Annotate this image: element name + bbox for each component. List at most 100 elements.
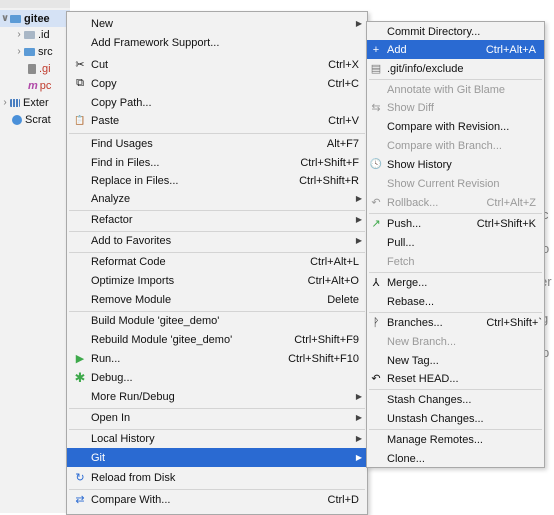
- menu-item-more-run-debug[interactable]: More Run/Debug ▶: [67, 387, 367, 406]
- folder-icon: [24, 30, 35, 39]
- tree-node-label: pc: [39, 79, 52, 92]
- tree-node-gitignore[interactable]: .gi: [28, 60, 51, 77]
- debug-icon: ✱: [74, 369, 86, 385]
- menu-item-cut[interactable]: ✂ Cut Ctrl+X: [67, 55, 367, 74]
- menu-item-compare-with[interactable]: ⇄ Compare With... Ctrl+D: [67, 490, 367, 509]
- tree-node-label: Scrat: [25, 113, 51, 126]
- tree-node-label: src: [38, 45, 53, 58]
- submenu-arrow-icon: ▶: [355, 392, 362, 401]
- git-item-annotate[interactable]: Annotate with Git Blame: [367, 80, 544, 99]
- chevron-right-icon[interactable]: ›: [14, 46, 24, 57]
- diff-icon: ⇆: [371, 102, 381, 114]
- maven-icon: m: [28, 79, 38, 92]
- chevron-right-icon[interactable]: ›: [0, 97, 10, 108]
- git-item-manage-remotes[interactable]: Manage Remotes...: [367, 430, 544, 449]
- tree-node-src[interactable]: › src: [14, 43, 53, 60]
- project-tree: ∨ gitee › .id › src .gi m pc › Exter Scr…: [0, 0, 70, 513]
- git-item-unstash-changes[interactable]: Unstash Changes...: [367, 409, 544, 428]
- reload-icon: ↻: [75, 472, 85, 484]
- compare-icon: ⇄: [75, 494, 85, 506]
- menu-item-refactor[interactable]: Refactor ▶: [67, 210, 367, 229]
- menu-item-copy[interactable]: ⧉ Copy Ctrl+C: [67, 74, 367, 93]
- menu-item-find-usages[interactable]: Find Usages Alt+F7: [67, 134, 367, 153]
- git-item-gitinfo-exclude[interactable]: ▤ .git/info/exclude: [367, 59, 544, 78]
- menu-item-run[interactable]: ▶ Run... Ctrl+Shift+F10: [67, 349, 367, 368]
- git-item-push[interactable]: ↗ Push... Ctrl+Shift+K: [367, 214, 544, 233]
- tree-node-label: gitee: [24, 12, 50, 25]
- menu-item-local-history[interactable]: Local History ▶: [67, 429, 367, 448]
- menu-item-git[interactable]: Git ▶: [67, 448, 367, 467]
- submenu-arrow-icon: ▶: [355, 236, 362, 245]
- menu-item-paste[interactable]: 📋 Paste Ctrl+V: [67, 111, 367, 130]
- git-item-show-diff[interactable]: ⇆ Show Diff: [367, 98, 544, 117]
- git-item-show-history[interactable]: 🕓 Show History: [367, 155, 544, 174]
- merge-icon: ⅄: [372, 277, 380, 289]
- library-icon: [10, 98, 20, 107]
- undo-icon: ↶: [371, 197, 381, 209]
- git-item-compare-with-branch[interactable]: Compare with Branch...: [367, 136, 544, 155]
- submenu-arrow-icon: ▶: [355, 19, 362, 28]
- git-item-rebase[interactable]: Rebase...: [367, 292, 544, 311]
- clock-icon: 🕓: [369, 159, 383, 170]
- tree-node-label: Exter: [23, 96, 49, 109]
- menu-item-open-in[interactable]: Open In ▶: [67, 408, 367, 427]
- git-item-new-tag[interactable]: New Tag...: [367, 351, 544, 370]
- scissors-icon: ✂: [75, 59, 85, 71]
- git-item-fetch[interactable]: Fetch: [367, 252, 544, 271]
- git-item-new-branch[interactable]: New Branch...: [367, 332, 544, 351]
- git-item-merge[interactable]: ⅄ Merge...: [367, 273, 544, 292]
- git-item-compare-with-revision[interactable]: Compare with Revision...: [367, 117, 544, 136]
- branch-icon: ᚹ: [372, 316, 380, 329]
- menu-item-replace-in-files[interactable]: Replace in Files... Ctrl+Shift+R: [67, 171, 367, 190]
- submenu-arrow-icon: ▶: [355, 194, 362, 203]
- submenu-arrow-icon: ▶: [355, 453, 362, 462]
- menu-item-reformat-code[interactable]: Reformat Code Ctrl+Alt+L: [67, 252, 367, 271]
- file-list-icon: ▤: [370, 63, 382, 75]
- copy-icon: ⧉: [76, 77, 84, 89]
- reset-icon: ↶: [371, 373, 381, 385]
- tree-node-idea[interactable]: › .id: [14, 26, 49, 43]
- submenu-arrow-icon: ▶: [355, 434, 362, 443]
- plus-icon: +: [372, 43, 380, 56]
- git-submenu: Commit Directory... + Add Ctrl+Alt+A ▤ .git…: [366, 21, 545, 468]
- menu-item-new[interactable]: New ▶: [67, 14, 367, 33]
- git-item-show-current-revision[interactable]: Show Current Revision: [367, 174, 544, 193]
- source-folder-icon: [24, 47, 35, 56]
- run-icon: ▶: [75, 353, 85, 365]
- menu-item-analyze[interactable]: Analyze ▶: [67, 189, 367, 208]
- tree-node-pom[interactable]: m pc: [28, 77, 51, 94]
- tree-node-root[interactable]: ∨ gitee: [0, 10, 70, 27]
- tree-node-external-libraries[interactable]: › Exter: [0, 94, 49, 111]
- git-item-rollback[interactable]: ↶ Rollback... Ctrl+Alt+Z: [367, 193, 544, 212]
- menu-item-copy-path[interactable]: Copy Path...: [67, 93, 367, 112]
- menu-item-add-to-favorites[interactable]: Add to Favorites ▶: [67, 231, 367, 250]
- git-item-reset-head[interactable]: ↶ Reset HEAD...: [367, 369, 544, 388]
- git-item-pull[interactable]: Pull...: [367, 233, 544, 252]
- context-menu: New ▶ Add Framework Support... ✂ Cut Ctrl+X…: [66, 11, 368, 515]
- chevron-down-icon[interactable]: ∨: [0, 13, 10, 24]
- submenu-arrow-icon: ▶: [355, 413, 362, 422]
- git-item-add[interactable]: + Add Ctrl+Alt+A: [367, 40, 544, 59]
- menu-item-remove-module[interactable]: Remove Module Delete: [67, 290, 367, 309]
- tree-node-scratches[interactable]: Scrat: [12, 111, 51, 128]
- menu-item-reload-from-disk[interactable]: ↻ Reload from Disk: [67, 468, 367, 487]
- chevron-right-icon[interactable]: ›: [14, 29, 24, 40]
- file-icon: [28, 63, 36, 74]
- clipboard-icon: 📋: [74, 115, 86, 125]
- module-folder-icon: [10, 14, 21, 23]
- git-item-commit-directory[interactable]: Commit Directory...: [367, 22, 544, 41]
- menu-item-add-framework-support[interactable]: Add Framework Support...: [67, 33, 367, 52]
- menu-item-debug[interactable]: ✱ Debug...: [67, 368, 367, 387]
- menu-item-rebuild-module[interactable]: Rebuild Module 'gitee_demo' Ctrl+Shift+F9: [67, 330, 367, 349]
- menu-item-find-in-files[interactable]: Find in Files... Ctrl+Shift+F: [67, 153, 367, 172]
- push-arrow-icon: ↗: [371, 218, 381, 230]
- tree-node-label: .gi: [39, 62, 51, 75]
- menu-item-build-module[interactable]: Build Module 'gitee_demo': [67, 311, 367, 330]
- menu-item-optimize-imports[interactable]: Optimize Imports Ctrl+Alt+O: [67, 271, 367, 290]
- git-item-clone[interactable]: Clone...: [367, 449, 544, 468]
- git-item-branches[interactable]: ᚹ Branches... Ctrl+Shift+`: [367, 313, 544, 332]
- scratches-icon: [12, 114, 22, 125]
- git-item-stash-changes[interactable]: Stash Changes...: [367, 390, 544, 409]
- submenu-arrow-icon: ▶: [355, 215, 362, 224]
- project-tool-header: [0, 0, 70, 8]
